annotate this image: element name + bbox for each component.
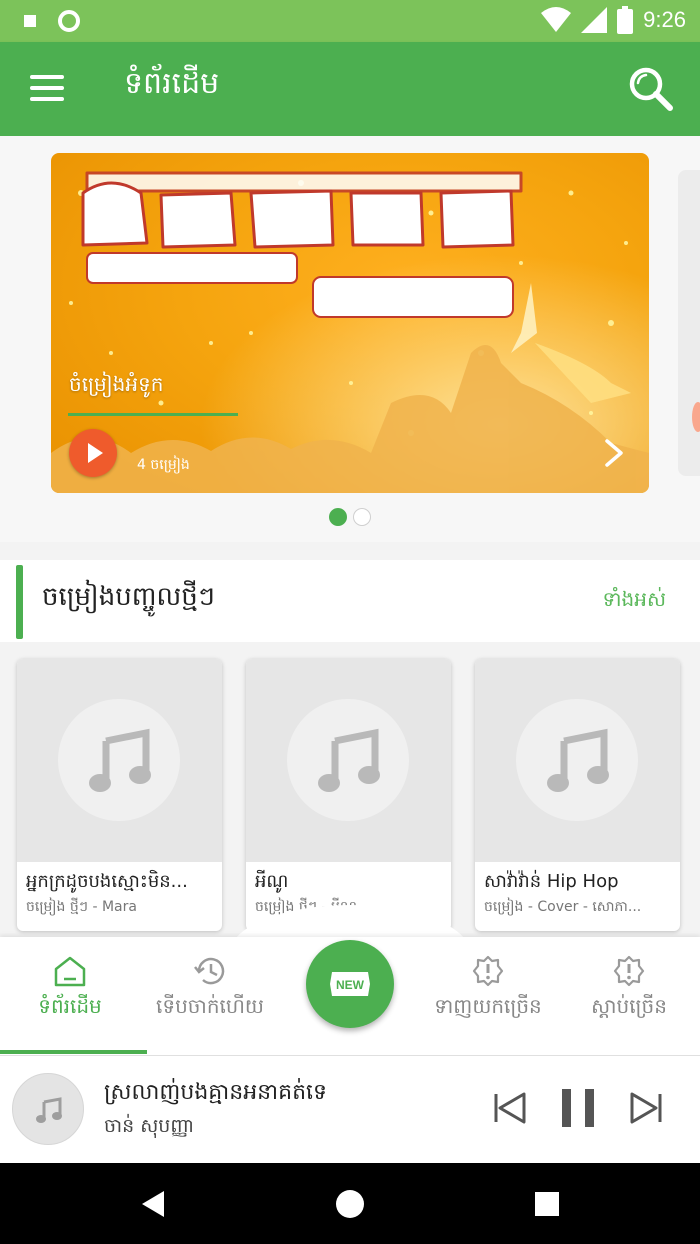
status-time: 9:26 xyxy=(643,7,686,32)
song-thumbnail xyxy=(475,659,680,862)
banner-progress-line xyxy=(68,413,238,416)
notification-circle-icon xyxy=(58,10,80,32)
music-note-icon xyxy=(36,1097,62,1123)
music-note-icon xyxy=(547,728,609,792)
song-thumbnail xyxy=(17,659,222,862)
system-nav-bar xyxy=(0,1163,700,1244)
carousel-dot-2[interactable] xyxy=(353,508,371,526)
status-system: 9:26 xyxy=(541,6,686,34)
nav-active-indicator xyxy=(0,1050,147,1054)
recents-icon[interactable] xyxy=(530,1187,564,1221)
home-circle-icon[interactable] xyxy=(333,1187,367,1221)
section-title: ចម្រៀងបញ្ចូលថ្មីៗ xyxy=(42,582,215,612)
wifi-icon xyxy=(541,7,572,32)
song-subtitle: ចម្រៀង ថ្មីៗ - Mara xyxy=(26,899,137,915)
nav-item-recent[interactable]: ទើបចាក់ហើយ xyxy=(135,955,285,1023)
battery-icon xyxy=(617,6,634,34)
nav-item-most-downloaded[interactable]: ទាញយកច្រើន xyxy=(413,955,563,1023)
chevron-right-icon[interactable] xyxy=(599,437,629,469)
menu-icon[interactable] xyxy=(30,75,64,101)
player-song-title: ស្រលាញ់បងគ្មានអនាគត់ទេ xyxy=(104,1080,328,1105)
skip-previous-icon[interactable] xyxy=(488,1086,532,1130)
song-subtitle: ចម្រៀង - Cover - សោភា... xyxy=(484,899,642,915)
carousel-dot-1[interactable] xyxy=(329,508,347,526)
music-note-icon xyxy=(318,728,380,792)
song-card-list: អ្នកក្រដូចបងស្មោះមិន... ចម្រៀង ថ្មីៗ - M… xyxy=(0,642,700,942)
nav-label-recent: ទើបចាក់ហើយ xyxy=(156,994,264,1018)
status-bar: 9:26 xyxy=(0,0,700,42)
search-icon[interactable] xyxy=(628,66,674,112)
next-banner-peek[interactable] xyxy=(678,170,700,476)
app-bar: ទំព័រដើម xyxy=(0,42,700,136)
signal-icon xyxy=(581,7,608,33)
new-badge-icon: NEW xyxy=(330,972,370,996)
skip-next-icon[interactable] xyxy=(624,1086,668,1130)
song-title: សាវ៉ាវ៉ាន់ Hip Hop xyxy=(484,871,619,892)
nav-item-most-played[interactable]: ស្តាប់ច្រើន xyxy=(554,955,700,1023)
mini-player[interactable]: ស្រលាញ់បងគ្មានអនាគត់ទេ ចាន់ សុបញ្ញា xyxy=(0,1055,700,1163)
nav-label-home: ទំព័រដើម xyxy=(38,994,102,1018)
banner-artwork xyxy=(51,153,649,493)
fab-label: NEW xyxy=(336,978,365,992)
back-icon[interactable] xyxy=(136,1187,170,1221)
alert-badge-icon xyxy=(613,955,645,987)
new-songs-section-header: ចម្រៀងបញ្ចូលថ្មីៗ ទាំងអស់ xyxy=(0,560,700,642)
player-album-art xyxy=(12,1073,84,1145)
pause-icon[interactable] xyxy=(556,1086,600,1130)
song-title: អីណូ xyxy=(255,871,289,892)
song-card[interactable]: សាវ៉ាវ៉ាន់ Hip Hop ចម្រៀង - Cover - សោភា… xyxy=(475,659,680,931)
carousel-indicator xyxy=(0,508,700,526)
alert-badge-icon xyxy=(472,955,504,987)
banner-song-count: 4 ចម្រៀង xyxy=(137,457,190,473)
play-button[interactable] xyxy=(69,429,117,477)
song-thumbnail xyxy=(246,659,451,862)
banner-carousel: ចំម្រៀងអំទូក 4 ចម្រៀង xyxy=(0,136,700,542)
nav-item-home[interactable]: ទំព័រដើម xyxy=(0,955,145,1023)
app-root: 9:26 ទំព័រដើម ចំម្រៀងអំទូក 4 ចម្រៀង ចម្រ… xyxy=(0,0,700,1244)
page-title: ទំព័រដើម xyxy=(124,66,220,101)
song-card[interactable]: អីណូ ចម្រៀង ថ្មីៗ - អីណូ xyxy=(246,659,451,931)
section-accent-bar xyxy=(16,565,23,639)
banner-title: ចំម្រៀងអំទូក xyxy=(69,372,164,396)
new-songs-fab[interactable]: NEW xyxy=(306,940,394,1028)
see-all-link[interactable]: ទាំងអស់ xyxy=(603,586,666,616)
song-card[interactable]: អ្នកក្រដូចបងស្មោះមិន... ចម្រៀង ថ្មីៗ - M… xyxy=(17,659,222,931)
notification-square-icon xyxy=(24,15,36,27)
song-title: អ្នកក្រដូចបងស្មោះមិន... xyxy=(26,871,188,892)
banner-slide[interactable]: ចំម្រៀងអំទូក 4 ចម្រៀង xyxy=(51,153,649,493)
player-artist: ចាន់ សុបញ្ញា xyxy=(104,1115,195,1137)
history-icon xyxy=(194,957,225,985)
music-note-icon xyxy=(89,728,151,792)
status-notifications xyxy=(24,10,80,32)
home-icon xyxy=(54,956,86,987)
nav-label-most-downloaded: ទាញយកច្រើន xyxy=(434,994,542,1018)
nav-label-most-played: ស្តាប់ច្រើន xyxy=(591,994,667,1018)
